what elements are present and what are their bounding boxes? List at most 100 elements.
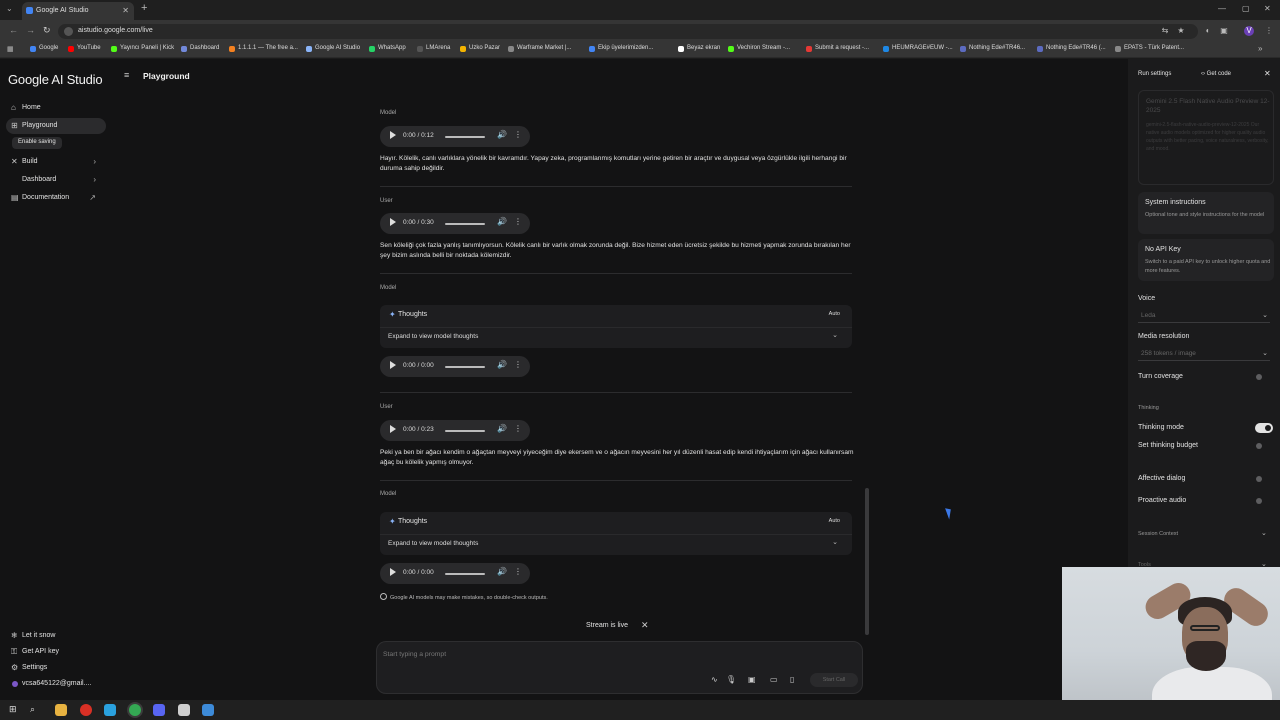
audio-progress-bar[interactable] xyxy=(445,573,485,575)
volume-icon[interactable]: 🔊 xyxy=(497,567,507,576)
play-icon[interactable] xyxy=(390,361,396,369)
reload-icon[interactable]: ↻ xyxy=(43,25,51,36)
audio-player[interactable]: 0:00 / 0:30 🔊 ⋮ xyxy=(380,213,530,234)
chrome-icon[interactable] xyxy=(129,704,141,716)
get-code-button[interactable]: ‹› Get code xyxy=(1201,71,1231,77)
api-key-card[interactable]: No API Key Switch to a paid API key to u… xyxy=(1138,239,1274,281)
volume-icon[interactable]: 🔊 xyxy=(497,130,507,139)
telegram-icon[interactable] xyxy=(104,704,116,716)
maximize-icon[interactable]: ▢ xyxy=(1242,4,1250,13)
app-icon[interactable] xyxy=(178,704,190,716)
sidebar-item-documentation[interactable]: ▤ Documentation ↗ xyxy=(6,190,106,206)
bookmark-item[interactable]: Submit a request -... xyxy=(806,45,869,52)
thoughts-panel[interactable]: ✦ Thoughts Auto Expand to view model tho… xyxy=(380,512,852,555)
audio-player[interactable]: 0:00 / 0:00 🔊 ⋮ xyxy=(380,356,530,377)
volume-icon[interactable]: 🔊 xyxy=(497,217,507,226)
bookmark-star-icon[interactable]: ★ xyxy=(1176,26,1186,36)
proactive-audio-toggle[interactable] xyxy=(1255,496,1273,506)
site-info-icon[interactable] xyxy=(64,27,73,36)
volume-icon[interactable]: 🔊 xyxy=(497,424,507,433)
more-options-icon[interactable]: ⋮ xyxy=(514,217,522,226)
sidebar-item-settings[interactable]: ⚙ Settings xyxy=(6,660,106,676)
app-icon[interactable] xyxy=(202,704,214,716)
sidebar-item-playground[interactable]: ⊞ Playground xyxy=(6,118,106,134)
thoughts-panel[interactable]: ✦ Thoughts Auto Expand to view model tho… xyxy=(380,305,852,348)
volume-icon[interactable]: 🔊 xyxy=(497,360,507,369)
audio-player[interactable]: 0:00 / 0:00 🔊 ⋮ xyxy=(380,563,530,584)
play-icon[interactable] xyxy=(390,218,396,226)
screen-share-icon[interactable]: ▭ xyxy=(770,675,778,684)
bookmark-item[interactable]: Beyaz ekran xyxy=(678,45,720,52)
audio-wave-icon[interactable]: ∿ xyxy=(711,675,718,684)
thinking-budget-toggle[interactable] xyxy=(1255,441,1273,451)
address-bar[interactable]: aistudio.google.com/live xyxy=(58,24,1198,39)
turn-coverage-toggle[interactable] xyxy=(1255,372,1273,382)
sidebar-item-get-api-key[interactable]: ⚿ Get API key xyxy=(6,644,106,660)
forward-icon[interactable]: → xyxy=(26,25,35,35)
file-explorer-icon[interactable] xyxy=(55,704,67,716)
audio-progress-bar[interactable] xyxy=(445,430,485,432)
minimize-icon[interactable]: — xyxy=(1218,4,1226,13)
bookmark-item[interactable]: Warframe Market |... xyxy=(508,45,571,52)
prompt-box[interactable]: Start typing a prompt ∿ 🎙 ▣ ▭ ▯ Start Ca… xyxy=(376,641,863,694)
close-window-icon[interactable]: ✕ xyxy=(1264,4,1271,13)
profile-avatar-icon[interactable]: V xyxy=(1244,26,1254,36)
bookmark-item[interactable]: Yayıncı Paneli | Kick xyxy=(111,45,174,52)
audio-progress-bar[interactable] xyxy=(445,366,485,368)
system-instructions-card[interactable]: System instructions Optional tone and st… xyxy=(1138,192,1274,234)
discord-icon[interactable] xyxy=(153,704,165,716)
bookmark-item[interactable]: HEUMRAGE#EUW -... xyxy=(883,45,953,52)
upload-file-icon[interactable]: ▯ xyxy=(790,675,794,684)
play-icon[interactable] xyxy=(390,568,396,576)
audio-player[interactable]: 0:00 / 0:12 🔊 ⋮ xyxy=(380,126,530,147)
session-context-header[interactable]: Session Context xyxy=(1138,531,1178,537)
enable-saving-button[interactable]: Enable saving xyxy=(12,137,62,149)
start-call-button[interactable]: Start Call xyxy=(810,673,858,687)
more-options-icon[interactable]: ⋮ xyxy=(514,360,522,369)
bookmark-item[interactable]: Vechiron Stream -... xyxy=(728,45,790,52)
play-icon[interactable] xyxy=(390,425,396,433)
app-icon[interactable] xyxy=(80,704,92,716)
browser-menu-icon[interactable]: ⋮ xyxy=(1264,26,1274,36)
play-icon[interactable] xyxy=(390,131,396,139)
chat-scrollbar[interactable] xyxy=(865,488,869,635)
bookmark-item[interactable]: Ekip üyelerimizden... xyxy=(589,45,653,52)
extensions-puzzle-icon[interactable]: ▣ xyxy=(1219,26,1229,36)
bookmark-item[interactable]: Dashboard xyxy=(181,45,219,52)
new-tab-icon[interactable]: + xyxy=(141,2,147,14)
webcam-icon[interactable]: ▣ xyxy=(748,675,756,684)
more-options-icon[interactable]: ⋮ xyxy=(514,567,522,576)
bookmark-item[interactable]: Nothing Ede#TR46 (... xyxy=(1037,45,1106,52)
close-panel-icon[interactable]: ✕ xyxy=(1264,69,1271,78)
windows-start-icon[interactable]: ⊞ xyxy=(9,704,21,716)
bookmark-item[interactable]: WhatsApp xyxy=(369,45,406,52)
bookmark-item[interactable]: Google AI Studio xyxy=(306,45,360,52)
bookmark-item[interactable]: Nothing Ede#TR46... xyxy=(960,45,1025,52)
sidebar-item-account[interactable]: vcsa645122@gmail.... xyxy=(6,676,106,692)
browser-tab[interactable]: Google AI Studio ✕ xyxy=(22,2,134,20)
affective-dialog-toggle[interactable] xyxy=(1255,474,1273,484)
media-resolution-select[interactable]: 258 tokens / image ⌄ xyxy=(1138,347,1270,361)
bookmark-item[interactable]: EPATS - Türk Patent... xyxy=(1115,45,1184,52)
search-icon[interactable]: ⌕ xyxy=(30,704,42,716)
audio-player[interactable]: 0:00 / 0:23 🔊 ⋮ xyxy=(380,420,530,441)
bookmark-item[interactable]: YouTube xyxy=(68,45,101,52)
sidebar-item-build[interactable]: ✕ Build › xyxy=(6,154,106,170)
sidebar-item-home[interactable]: ⌂ Home xyxy=(6,100,106,116)
more-options-icon[interactable]: ⋮ xyxy=(514,424,522,433)
sidebar-item-dashboard[interactable]: Dashboard › xyxy=(6,172,106,188)
model-selector-card[interactable]: Gemini 2.5 Flash Native Audio Preview 12… xyxy=(1138,90,1274,185)
voice-select[interactable]: Leda ⌄ xyxy=(1138,309,1270,323)
audio-progress-bar[interactable] xyxy=(445,223,485,225)
tab-search-icon[interactable]: ⌄ xyxy=(6,4,13,13)
bookmark-item[interactable]: Uzko Pazar xyxy=(460,45,500,52)
chevron-down-icon[interactable]: ⌄ xyxy=(1261,529,1267,537)
bookmark-item[interactable]: LMArena xyxy=(417,45,450,52)
apps-icon[interactable]: ▦ xyxy=(7,45,14,53)
audio-progress-bar[interactable] xyxy=(445,136,485,138)
menu-icon[interactable]: ≡ xyxy=(124,70,129,80)
bookmark-item[interactable]: Google xyxy=(30,45,58,52)
brand-logo[interactable]: Google AI Studio xyxy=(8,72,103,87)
chevron-down-icon[interactable]: ⌄ xyxy=(832,538,838,546)
extension-icon[interactable]: ◐ xyxy=(1203,26,1213,36)
